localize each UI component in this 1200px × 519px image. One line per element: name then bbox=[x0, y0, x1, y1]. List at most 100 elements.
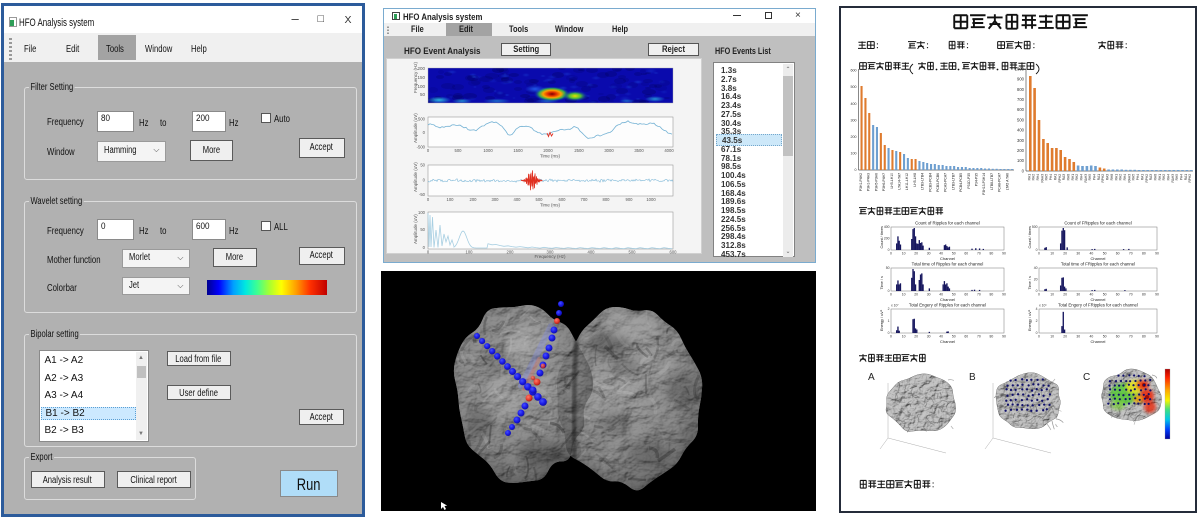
svg-text:50: 50 bbox=[420, 92, 426, 97]
svg-text:10: 10 bbox=[902, 335, 906, 339]
svg-text:70: 70 bbox=[977, 252, 981, 256]
svg-text:80: 80 bbox=[990, 293, 994, 297]
svg-text:20: 20 bbox=[1063, 335, 1067, 339]
svg-text:2: 2 bbox=[888, 307, 890, 311]
svg-text:300: 300 bbox=[492, 197, 500, 202]
svg-text:PCB3-PCB6: PCB3-PCB6 bbox=[936, 173, 940, 192]
svg-text:20: 20 bbox=[1063, 252, 1067, 256]
svg-text:1: 1 bbox=[888, 319, 890, 323]
svg-text:Count / times: Count / times bbox=[880, 226, 884, 248]
svg-text:x 10⁷: x 10⁷ bbox=[891, 304, 899, 308]
svg-text:Energy / uV²: Energy / uV² bbox=[880, 309, 884, 331]
svg-text:10: 10 bbox=[902, 293, 906, 297]
svg-text:400: 400 bbox=[884, 225, 890, 229]
svg-text:-500: -500 bbox=[417, 145, 426, 150]
svg-text:300: 300 bbox=[851, 118, 857, 122]
svg-text:LH5-LH8: LH5-LH8 bbox=[913, 173, 917, 187]
svg-text:50: 50 bbox=[886, 266, 890, 270]
svg-text:600: 600 bbox=[1017, 107, 1025, 112]
svg-text:500: 500 bbox=[418, 117, 426, 122]
svg-text:500: 500 bbox=[629, 250, 637, 255]
svg-text:300: 300 bbox=[1017, 138, 1025, 143]
svg-text:RH4: RH4 bbox=[1080, 174, 1084, 181]
svg-text:0: 0 bbox=[1036, 331, 1038, 335]
svg-text:40: 40 bbox=[939, 335, 943, 339]
svg-text:RH4: RH4 bbox=[1167, 174, 1171, 181]
svg-text:RH2: RH2 bbox=[1119, 174, 1123, 181]
svg-text:500: 500 bbox=[455, 148, 463, 153]
svg-text:50: 50 bbox=[1103, 293, 1107, 297]
svg-text:40: 40 bbox=[939, 293, 943, 297]
svg-text:4: 4 bbox=[1036, 307, 1038, 311]
svg-text:P3H1-P4H2: P3H1-P4H2 bbox=[859, 173, 863, 191]
svg-text:1000: 1000 bbox=[646, 197, 656, 202]
svg-text:0: 0 bbox=[888, 331, 890, 335]
svg-text:Time / s: Time / s bbox=[1028, 276, 1032, 289]
svg-text:2: 2 bbox=[1036, 319, 1038, 323]
svg-text:40: 40 bbox=[1034, 266, 1038, 270]
svg-text:100: 100 bbox=[417, 84, 425, 89]
svg-text:Channel: Channel bbox=[1091, 297, 1106, 302]
svg-text:40: 40 bbox=[1090, 293, 1094, 297]
svg-text:600: 600 bbox=[559, 197, 567, 202]
svg-text:900: 900 bbox=[626, 197, 634, 202]
svg-text:-50: -50 bbox=[419, 192, 426, 197]
svg-text:Channel: Channel bbox=[1091, 339, 1106, 344]
svg-text:1500: 1500 bbox=[513, 148, 523, 153]
svg-text:800: 800 bbox=[1017, 87, 1025, 92]
svg-text:B: B bbox=[969, 372, 976, 383]
svg-text:P3H13-P3H14: P3H13-P3H14 bbox=[982, 173, 986, 195]
svg-text:RA1: RA1 bbox=[1140, 174, 1144, 180]
svg-text:10: 10 bbox=[1050, 293, 1054, 297]
svg-text:RPH2: RPH2 bbox=[1188, 174, 1192, 183]
svg-text:0: 0 bbox=[888, 248, 890, 252]
svg-text:Channel: Channel bbox=[1091, 256, 1106, 261]
svg-text:700: 700 bbox=[581, 197, 589, 202]
svg-text:100: 100 bbox=[1017, 158, 1025, 163]
svg-text:Amplitude (uV): Amplitude (uV) bbox=[413, 162, 418, 192]
svg-text:20: 20 bbox=[1034, 278, 1038, 282]
svg-text:60: 60 bbox=[1116, 293, 1120, 297]
svg-text:500: 500 bbox=[1032, 225, 1038, 229]
svg-text:0: 0 bbox=[1036, 289, 1038, 293]
svg-text:0: 0 bbox=[423, 245, 426, 250]
svg-text:400: 400 bbox=[851, 102, 857, 106]
svg-text:0: 0 bbox=[423, 130, 426, 135]
svg-text:800: 800 bbox=[603, 197, 611, 202]
svg-text:90: 90 bbox=[1002, 293, 1006, 297]
svg-text:30: 30 bbox=[1076, 293, 1080, 297]
svg-text:30: 30 bbox=[1076, 335, 1080, 339]
svg-text:0: 0 bbox=[890, 335, 892, 339]
svg-text:0: 0 bbox=[1038, 252, 1040, 256]
svg-text:LH5-LH10: LH5-LH10 bbox=[890, 173, 894, 189]
svg-text:20: 20 bbox=[1063, 293, 1067, 297]
svg-text:400: 400 bbox=[1017, 128, 1025, 133]
svg-text:0: 0 bbox=[888, 289, 890, 293]
svg-text:Time (ms): Time (ms) bbox=[540, 154, 561, 159]
svg-text:RA1: RA1 bbox=[1053, 174, 1057, 180]
svg-text:80: 80 bbox=[990, 252, 994, 256]
svg-text:Frequency (Hz): Frequency (Hz) bbox=[413, 61, 418, 93]
svg-text:40: 40 bbox=[939, 252, 943, 256]
svg-text:60: 60 bbox=[964, 252, 968, 256]
svg-text:40: 40 bbox=[1090, 252, 1094, 256]
svg-text:0: 0 bbox=[1036, 248, 1038, 252]
svg-text:90: 90 bbox=[1002, 252, 1006, 256]
svg-text:60: 60 bbox=[964, 335, 968, 339]
svg-text:P34-P35: P34-P35 bbox=[975, 173, 979, 186]
svg-text:10: 10 bbox=[902, 252, 906, 256]
svg-text:0: 0 bbox=[1038, 293, 1040, 297]
svg-text:C: C bbox=[1083, 372, 1090, 383]
svg-text:LTA5 A TA6: LTA5 A TA6 bbox=[1005, 173, 1009, 190]
svg-text:30: 30 bbox=[1076, 252, 1080, 256]
svg-text:1000: 1000 bbox=[483, 148, 493, 153]
svg-text:30: 30 bbox=[927, 335, 931, 339]
svg-text:3000: 3000 bbox=[604, 148, 614, 153]
svg-text:150: 150 bbox=[417, 75, 425, 80]
svg-text:1000: 1000 bbox=[1015, 66, 1025, 71]
svg-text:60: 60 bbox=[1116, 252, 1120, 256]
svg-text:Energy / uV²: Energy / uV² bbox=[1028, 309, 1032, 331]
svg-text:80: 80 bbox=[1142, 335, 1146, 339]
svg-text:0: 0 bbox=[855, 168, 857, 172]
svg-text:2500: 2500 bbox=[574, 148, 584, 153]
